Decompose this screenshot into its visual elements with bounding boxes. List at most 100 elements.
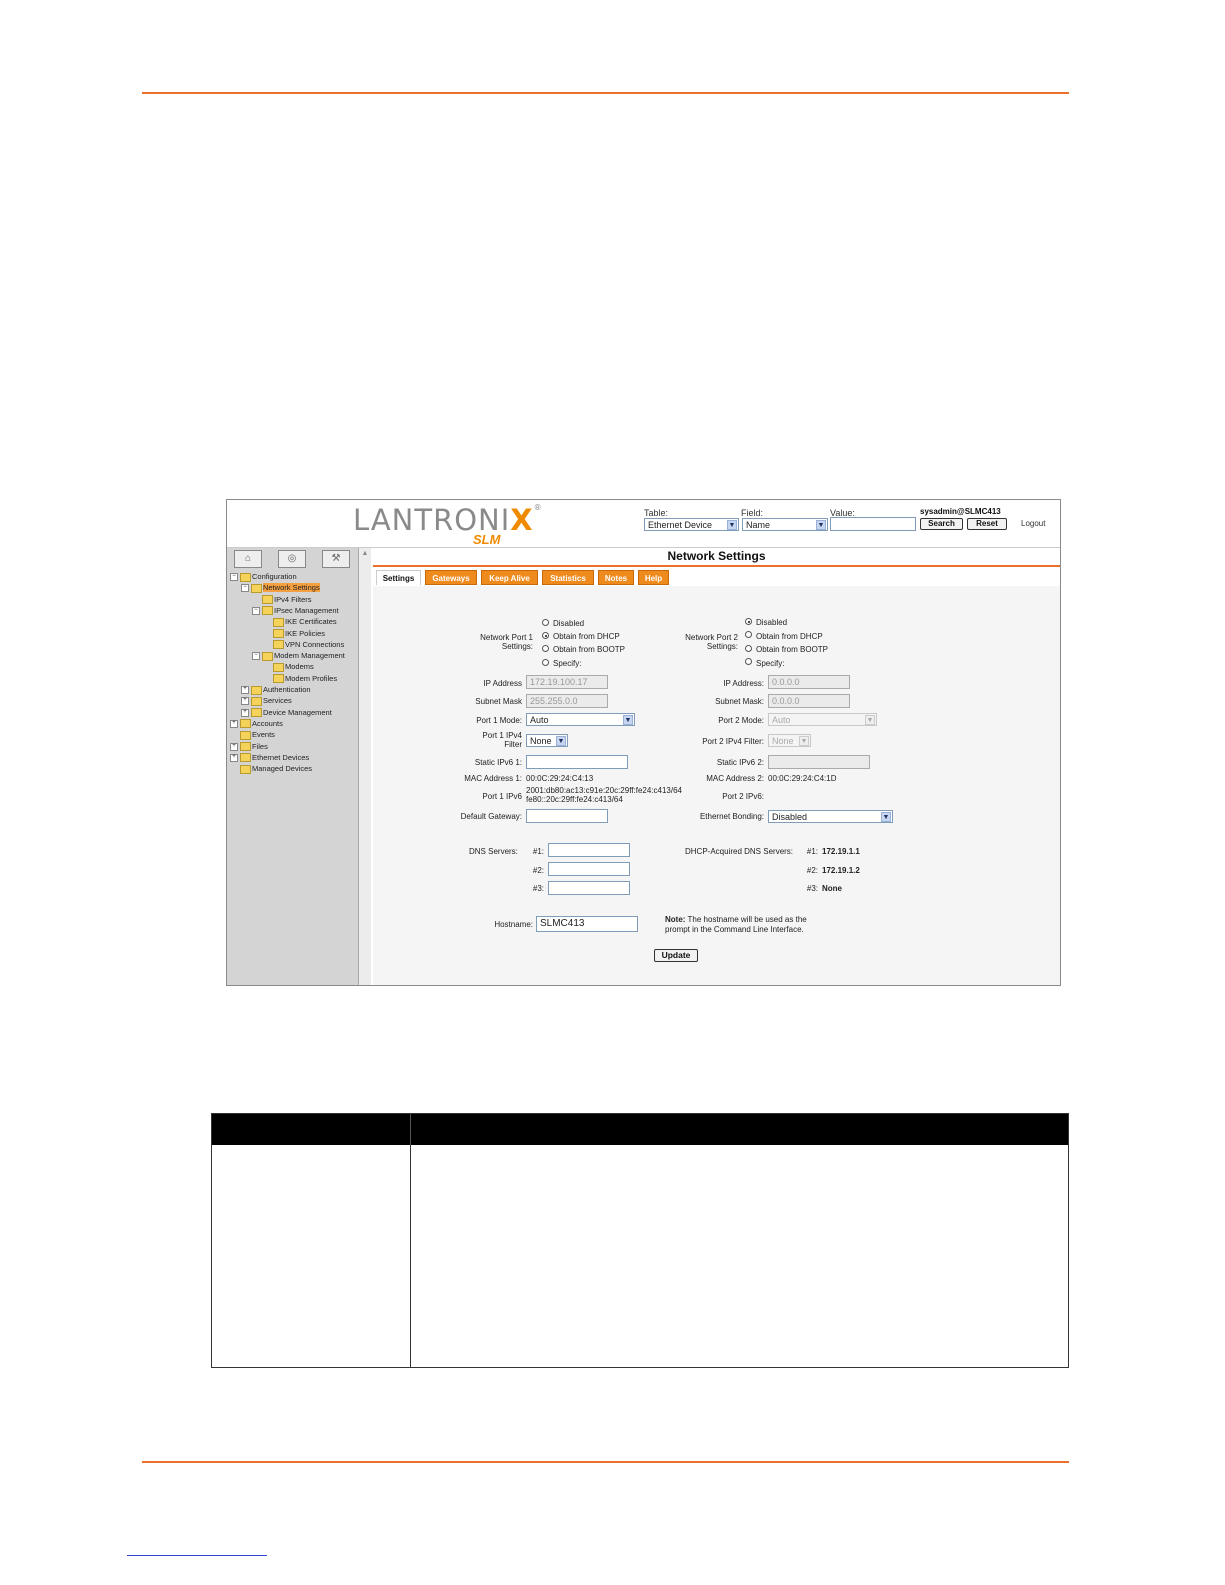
note-line1: The hostname will be used as the	[687, 915, 807, 924]
home-icon[interactable]: ⌂	[234, 550, 262, 568]
collapse-icon[interactable]: −	[241, 584, 249, 593]
port1-option-label: Disabled	[553, 619, 585, 628]
scroll-up-icon[interactable]: ▲	[360, 550, 370, 559]
table-select[interactable]: Ethernet Device ▼	[644, 518, 739, 531]
port1-option-label: Obtain from BOOTP	[553, 645, 626, 654]
port1-ip-input[interactable]: 172.19.100.17	[526, 675, 608, 689]
dns2-input[interactable]	[548, 862, 630, 876]
port2-ip-input[interactable]: 0.0.0.0	[768, 675, 850, 689]
sidebar-item[interactable]: VPN Connections	[263, 640, 344, 650]
sidebar-item[interactable]: Modem Profiles	[263, 674, 337, 684]
folder-icon	[251, 708, 262, 718]
sidebar-item-label: IPsec Management	[274, 605, 339, 615]
hostname-note: Note: The hostname will be used as the	[665, 915, 807, 924]
port2-dhcp-radio[interactable]	[745, 631, 752, 638]
port1-filter-select[interactable]: None ▼	[526, 734, 568, 747]
footer-rule	[142, 1461, 1069, 1463]
port1-mode-value: Auto	[530, 715, 549, 725]
chevron-down-icon: ▼	[556, 736, 566, 746]
field-select[interactable]: Name ▼	[742, 518, 828, 531]
port2-static-ipv6-input[interactable]	[768, 755, 870, 769]
port2-specify-radio[interactable]	[745, 658, 752, 665]
value-input[interactable]	[830, 517, 916, 531]
update-button[interactable]: Update	[654, 949, 698, 962]
port2-mask-input[interactable]: 0.0.0.0	[768, 694, 850, 708]
sidebar-scrollbar[interactable]: ▲	[359, 548, 371, 985]
port1-dhcp-radio[interactable]	[542, 632, 549, 639]
sidebar-item[interactable]: + Authentication	[241, 685, 311, 695]
logout-link[interactable]: Logout	[1021, 519, 1045, 528]
chevron-down-icon: ▼	[816, 520, 826, 530]
sidebar-item[interactable]: + Device Management	[241, 708, 332, 718]
sidebar-item[interactable]: + Files	[230, 742, 268, 752]
dns1-label: #1:	[532, 847, 544, 856]
dhcp-dns2-label: #2:	[806, 866, 818, 875]
port2-bootp-radio[interactable]	[745, 645, 752, 652]
table-column-divider	[410, 1145, 411, 1367]
sidebar-item[interactable]: + Services	[241, 696, 292, 706]
sidebar-item[interactable]: Modems	[263, 662, 314, 672]
port1-static-ipv6-input[interactable]	[526, 755, 628, 769]
hostname-input[interactable]: SLMC413	[536, 916, 638, 932]
bonding-select[interactable]: Disabled ▼	[768, 810, 893, 823]
search-button[interactable]: Search	[920, 518, 963, 530]
sidebar-item[interactable]: IKE Certificates	[263, 617, 337, 627]
tab-settings[interactable]: Settings	[376, 570, 421, 585]
default-gateway-input[interactable]	[526, 809, 608, 823]
sidebar-item-label: IPv4 Filters	[274, 594, 312, 604]
default-gateway-label: Default Gateway:	[460, 812, 522, 821]
reset-button[interactable]: Reset	[967, 518, 1007, 530]
footer-link[interactable]	[127, 1555, 267, 1556]
sidebar-item[interactable]: Events	[230, 730, 275, 740]
chevron-down-icon: ▼	[865, 715, 875, 725]
sidebar-item[interactable]: − Configuration	[230, 572, 297, 582]
dns1-input[interactable]	[548, 843, 630, 857]
expand-icon[interactable]: +	[230, 742, 238, 751]
port1-disabled-radio[interactable]	[542, 619, 549, 626]
folder-icon	[273, 640, 284, 650]
sidebar-item[interactable]: − IPsec Management	[252, 606, 339, 616]
folder-icon	[240, 730, 251, 740]
dns3-input[interactable]	[548, 881, 630, 895]
collapse-icon[interactable]: −	[252, 652, 260, 661]
port2-disabled-radio[interactable]	[745, 618, 752, 625]
expand-icon[interactable]: +	[241, 686, 249, 695]
tools-icon[interactable]: ⚒	[322, 550, 350, 568]
sidebar-item-label: VPN Connections	[285, 639, 345, 649]
sidebar-item[interactable]: − Modem Management	[252, 651, 345, 661]
sidebar-item[interactable]: IKE Policies	[263, 629, 325, 639]
expand-icon[interactable]: +	[230, 753, 238, 762]
port1-bootp-radio[interactable]	[542, 645, 549, 652]
port2-filter-select[interactable]: None ▼	[768, 734, 811, 747]
folder-icon	[273, 617, 284, 627]
tab-statistics[interactable]: Statistics	[542, 570, 594, 585]
port1-mode-select[interactable]: Auto ▼	[526, 713, 635, 726]
chevron-down-icon: ▼	[623, 715, 633, 725]
collapse-icon[interactable]: −	[230, 573, 238, 582]
port1-mask-input[interactable]: 255.255.0.0	[526, 694, 608, 708]
tab-keep-alive[interactable]: Keep Alive	[481, 570, 538, 585]
sidebar-item[interactable]: + Accounts	[230, 719, 283, 729]
port2-mode-select[interactable]: Auto ▼	[768, 713, 877, 726]
sidebar-item[interactable]: Managed Devices	[230, 764, 312, 774]
sidebar-item-label: Ethernet Devices	[252, 752, 310, 762]
bonding-value: Disabled	[772, 812, 808, 822]
sidebar-item[interactable]: IPv4 Filters	[252, 595, 312, 605]
dhcp-dns1-label: #1:	[806, 847, 818, 856]
refresh-icon[interactable]: ◎	[278, 550, 306, 568]
expand-icon[interactable]: +	[241, 697, 249, 706]
port1-mask-label: Subnet Mask	[475, 697, 522, 706]
sidebar-item[interactable]: + Ethernet Devices	[230, 753, 309, 763]
port1-mac-label: MAC Address 1:	[464, 774, 522, 783]
tab-gateways[interactable]: Gateways	[425, 570, 477, 585]
collapse-icon[interactable]: −	[252, 606, 260, 615]
tab-notes[interactable]: Notes	[598, 570, 634, 585]
tab-help[interactable]: Help	[638, 570, 669, 585]
expand-icon[interactable]: +	[230, 719, 238, 728]
expand-icon[interactable]: +	[241, 708, 249, 717]
port2-mode-value: Auto	[772, 715, 791, 725]
header-rule	[142, 92, 1069, 94]
sidebar-item[interactable]: − Network Settings	[241, 583, 320, 593]
port1-filter-label: Port 1 IPv4 Filter	[482, 731, 522, 749]
port1-specify-radio[interactable]	[542, 659, 549, 666]
